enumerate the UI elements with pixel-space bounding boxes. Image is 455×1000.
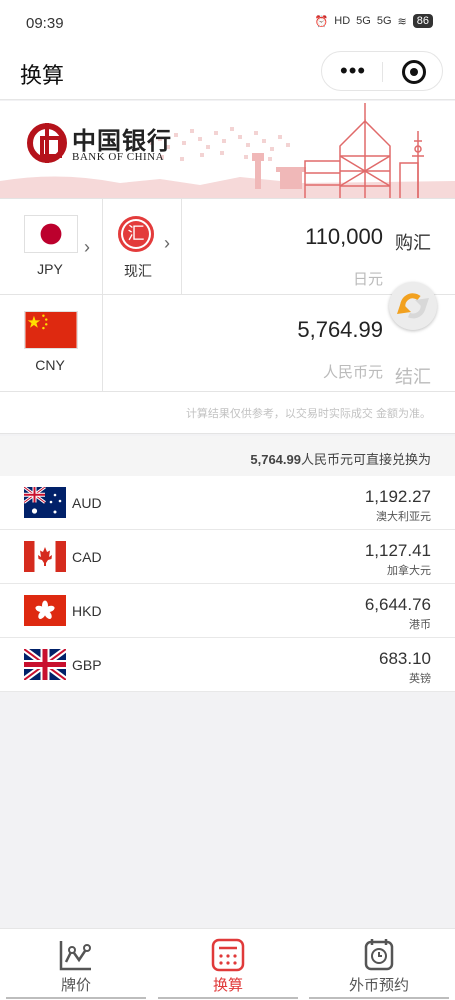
list-item[interactable]: CAD 1,127.41 加拿大元 (0, 530, 455, 584)
direct-exchange-text: 5,764.99人民币元可直接兑换为 (250, 449, 431, 468)
currency-code: AUD (72, 495, 102, 511)
to-currency-code: CNY (35, 357, 65, 373)
hkd-flag-icon (24, 595, 66, 626)
list-item[interactable]: GBP 683.10 英镑 (0, 638, 455, 692)
more-icon[interactable]: ••• (340, 58, 366, 84)
disclaimer-bar: 计算结果仅供参考，以交易时实际成交 金额为准。 (0, 392, 455, 434)
jpy-flag-icon (24, 215, 78, 253)
currency-code: CAD (72, 549, 102, 565)
converted-value: 1,192.27 (364, 487, 431, 506)
to-currency-row: CNY 5,764.99 人民币元 结汇 (0, 294, 455, 392)
currency-name: 加拿大元 (387, 565, 431, 577)
sell-label: 结汇 (395, 367, 431, 387)
to-amount-value: 5,764.99 (297, 317, 383, 342)
from-currency-name: 日元 (352, 271, 383, 288)
tab-reservation[interactable]: 外币预约 (303, 929, 455, 1000)
list-item[interactable]: HKD 6,644.76 港币 (0, 584, 455, 638)
from-currency-selector[interactable]: JPY › (0, 199, 103, 294)
chevron-right-icon: › (84, 237, 90, 257)
buy-label: 购汇 (395, 233, 431, 253)
tab-rates[interactable]: 牌价 (0, 929, 152, 1000)
chevron-right-icon: › (164, 233, 170, 253)
exchange-mode-label: 现汇 (124, 263, 152, 279)
swap-arrows-icon (397, 293, 429, 319)
alarm-clock-icon (364, 939, 394, 971)
currency-code: HKD (72, 603, 102, 619)
status-icons: ⏰ HD 5G 5G ≋ 86 (315, 14, 433, 28)
calculator-icon (211, 938, 245, 972)
tab-label: 外币预约 (348, 977, 409, 994)
to-currency-selector[interactable]: CNY (0, 295, 103, 391)
direct-exchange-header: 5,764.99人民币元可直接兑换为 (0, 436, 455, 476)
currency-name: 英镑 (409, 673, 431, 685)
to-currency-name: 人民币元 (322, 364, 383, 381)
from-currency-row: JPY › 汇 现汇 › 110,000 日元 购汇 (0, 198, 455, 295)
capsule-divider (382, 62, 383, 82)
bottom-tab-bar: 牌价 换算 外币预约 (0, 928, 455, 1000)
close-target-icon[interactable] (402, 60, 426, 84)
tab-indicator (6, 997, 146, 999)
converted-value: 1,127.41 (364, 541, 431, 560)
wifi-icon: ≋ (397, 15, 407, 28)
cad-flag-icon (24, 541, 66, 572)
tab-label: 换算 (212, 977, 243, 994)
currency-name: 港币 (409, 619, 431, 631)
signal-icon-1: 5G (356, 15, 371, 27)
swap-button[interactable] (389, 282, 437, 330)
alarm-icon: ⏰ (314, 15, 329, 28)
signal-icon-2: 5G (376, 15, 392, 27)
currency-code: GBP (72, 657, 102, 673)
chart-icon (59, 941, 91, 971)
converted-value: 6,644.76 (364, 595, 431, 614)
list-item[interactable]: AUD 1,192.27 澳大利亚元 (0, 476, 455, 530)
conversion-list: AUD 1,192.27 澳大利亚元 CAD 1,127.41 加拿大元 HKD… (0, 476, 455, 692)
bank-logo-icon (27, 123, 67, 163)
page-title: 换算 (20, 63, 65, 88)
tab-indicator (309, 997, 449, 999)
hd-icon: HD (334, 15, 351, 27)
exchange-mode-selector[interactable]: 汇 现汇 › (104, 199, 182, 295)
bank-banner: 中国银行 BANK OF CHINA (0, 101, 455, 198)
tab-convert[interactable]: 换算 (152, 929, 304, 1000)
gbp-flag-icon (24, 649, 66, 680)
status-time: 09:39 (26, 15, 64, 32)
direct-label: 人民币元可直接兑换为 (300, 452, 431, 467)
exchange-mode-icon: 汇 (118, 216, 154, 252)
bank-name-en: BANK OF CHINA (72, 151, 165, 163)
from-amount-input[interactable]: 110,000 (305, 224, 383, 250)
cny-flag-icon (24, 311, 78, 349)
tab-indicator (158, 997, 298, 999)
tab-label: 牌价 (60, 977, 91, 994)
currency-name: 澳大利亚元 (376, 511, 431, 523)
mini-program-capsule: ••• (321, 51, 443, 91)
disclaimer-text: 计算结果仅供参考，以交易时实际成交 金额为准。 (185, 408, 431, 420)
skyline-illustration (0, 103, 455, 198)
status-bar: 09:39 ⏰ HD 5G 5G ≋ 86 (0, 0, 455, 48)
converter-panel: JPY › 汇 现汇 › 110,000 日元 购汇 CNY 5,764.99 … (0, 198, 455, 392)
from-currency-code: JPY (37, 261, 63, 277)
aud-flag-icon (24, 487, 66, 518)
converted-value: 683.10 (379, 649, 431, 668)
battery-icon: 86 (412, 14, 433, 28)
nav-bar: 换算 ••• (0, 48, 455, 100)
direct-amount: 5,764.99 (250, 452, 301, 467)
